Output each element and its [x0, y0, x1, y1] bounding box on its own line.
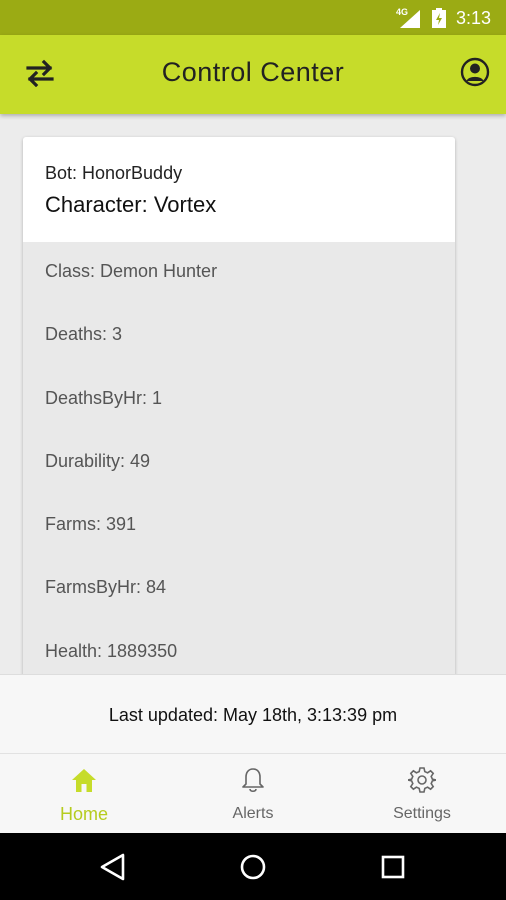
signal-icon	[400, 10, 420, 28]
stat-farms-by-hr: FarmsByHr: 84	[45, 577, 167, 597]
home-icon	[72, 769, 96, 792]
stat-farms: Farms: 391	[45, 514, 137, 534]
system-nav-bar	[0, 833, 506, 900]
tab-alerts-label: Alerts	[232, 805, 274, 822]
last-updated-text: Last updated: May 18th, 3:13:39 pm	[108, 705, 398, 725]
bot-name: Bot: HonorBuddy	[45, 163, 183, 183]
tab-home[interactable]: Home	[0, 754, 168, 834]
back-icon[interactable]	[97, 851, 129, 883]
battery-icon	[432, 8, 446, 28]
tab-settings-label: Settings	[393, 805, 451, 822]
stat-deaths-by-hr: DeathsByHr: 1	[45, 388, 163, 408]
stat-deaths: Deaths: 3	[45, 324, 123, 344]
stat-durability: Durability: 49	[45, 451, 151, 471]
bell-icon	[242, 768, 264, 793]
status-bar: 4G 3:13	[0, 0, 506, 35]
character-name: Character: Vortex	[45, 192, 217, 217]
tab-settings[interactable]: Settings	[338, 754, 506, 834]
last-updated-bar: Last updated: May 18th, 3:13:39 pm	[0, 674, 506, 753]
home-circle-icon[interactable]	[237, 851, 269, 883]
tab-alerts[interactable]: Alerts	[169, 754, 337, 834]
card-header: Bot: HonorBuddy Character: Vortex	[23, 137, 455, 242]
bottom-nav: Home Alerts Settings	[0, 753, 506, 833]
app-bar: Control Center	[0, 35, 506, 114]
status-time: 3:13	[456, 8, 492, 28]
account-icon[interactable]	[460, 57, 490, 87]
stat-class: Class: Demon Hunter	[45, 261, 218, 281]
gear-icon	[408, 767, 436, 793]
recents-icon[interactable]	[377, 851, 409, 883]
stat-health: Health: 1889350	[45, 641, 178, 661]
tab-home-label: Home	[59, 804, 108, 824]
page-title: Control Center	[161, 57, 345, 87]
character-card: Bot: HonorBuddy Character: Vortex Class:…	[23, 137, 455, 697]
